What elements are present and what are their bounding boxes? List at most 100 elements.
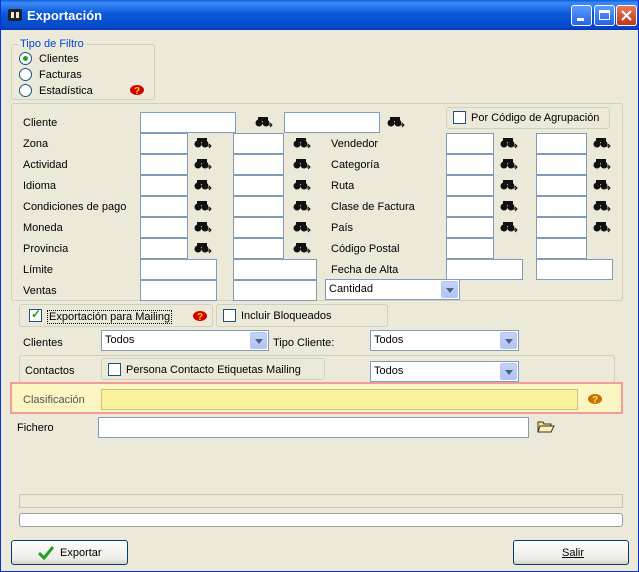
binoculars-icon[interactable] bbox=[593, 221, 611, 233]
clase-factura-from-input[interactable] bbox=[446, 196, 494, 217]
actividad-from-input[interactable] bbox=[140, 154, 188, 175]
window-title: Exportación bbox=[27, 8, 103, 23]
binoculars-icon[interactable] bbox=[293, 158, 311, 170]
ventas-to-input[interactable] bbox=[233, 280, 317, 301]
codigo-postal-to-input[interactable] bbox=[536, 238, 587, 259]
categoria-to-input[interactable] bbox=[536, 154, 587, 175]
pais-to-input[interactable] bbox=[536, 217, 587, 238]
idioma-to-input[interactable] bbox=[233, 175, 284, 196]
provincia-from-input[interactable] bbox=[140, 238, 188, 259]
actividad-to-input[interactable] bbox=[233, 154, 284, 175]
limite-to-input[interactable] bbox=[233, 259, 317, 280]
binoculars-icon[interactable] bbox=[293, 179, 311, 191]
persona-contacto-checkbox[interactable] bbox=[108, 363, 121, 376]
export-button-label: Exportar bbox=[60, 547, 102, 559]
tipo-cliente-combo[interactable]: Todos bbox=[370, 330, 519, 351]
chevron-down-icon[interactable] bbox=[250, 332, 267, 349]
binoculars-icon[interactable] bbox=[500, 158, 518, 170]
clientes-combo[interactable]: Todos bbox=[101, 330, 269, 351]
limite-label: Límite bbox=[23, 264, 53, 276]
checkmark-icon bbox=[38, 546, 54, 561]
clientes-row-label: Clientes bbox=[23, 337, 63, 349]
mailing-checkbox[interactable] bbox=[29, 307, 42, 322]
binoculars-icon[interactable] bbox=[593, 137, 611, 149]
binoculars-icon[interactable] bbox=[293, 221, 311, 233]
clase-factura-to-input[interactable] bbox=[536, 196, 587, 217]
minimize-button[interactable] bbox=[571, 5, 592, 26]
binoculars-icon[interactable] bbox=[194, 158, 212, 170]
open-folder-icon[interactable] bbox=[537, 419, 555, 434]
radio-estadistica[interactable] bbox=[19, 84, 32, 97]
export-button[interactable]: Exportar bbox=[11, 540, 128, 565]
vendedor-from-input[interactable] bbox=[446, 133, 494, 154]
contactos-combo[interactable]: Todos bbox=[370, 361, 519, 382]
binoculars-icon[interactable] bbox=[293, 137, 311, 149]
clase-factura-label: Clase de Factura bbox=[331, 201, 415, 213]
binoculars-icon[interactable] bbox=[593, 158, 611, 170]
binoculars-icon[interactable] bbox=[194, 221, 212, 233]
cliente-from-input[interactable] bbox=[140, 112, 236, 133]
binoculars-icon[interactable] bbox=[593, 179, 611, 191]
tipo-cliente-label: Tipo Cliente: bbox=[273, 337, 335, 349]
bloqueados-checkbox[interactable] bbox=[223, 309, 236, 322]
ventas-from-input[interactable] bbox=[140, 280, 217, 301]
moneda-label: Moneda bbox=[23, 222, 63, 234]
codigo-postal-from-input[interactable] bbox=[446, 238, 494, 259]
categoria-from-input[interactable] bbox=[446, 154, 494, 175]
moneda-to-input[interactable] bbox=[233, 217, 284, 238]
binoculars-icon[interactable] bbox=[500, 221, 518, 233]
zona-to-input[interactable] bbox=[233, 133, 284, 154]
provincia-to-input[interactable] bbox=[233, 238, 284, 259]
ventas-label: Ventas bbox=[23, 285, 57, 297]
progress-bar-total bbox=[19, 494, 623, 508]
ventas-combo[interactable]: Cantidad bbox=[325, 279, 460, 300]
contactos-label: Contactos bbox=[25, 365, 75, 377]
binoculars-icon[interactable] bbox=[293, 242, 311, 254]
exit-button[interactable]: Salir bbox=[513, 540, 629, 565]
cliente-to-input[interactable] bbox=[284, 112, 380, 133]
limite-from-input[interactable] bbox=[140, 259, 217, 280]
zona-label: Zona bbox=[23, 138, 49, 150]
svg-text:?: ? bbox=[134, 86, 140, 96]
radio-facturas[interactable] bbox=[19, 68, 32, 81]
binoculars-icon[interactable] bbox=[194, 200, 212, 212]
zona-from-input[interactable] bbox=[140, 133, 188, 154]
condiciones-to-input[interactable] bbox=[233, 196, 284, 217]
por-codigo-checkbox[interactable] bbox=[453, 111, 466, 124]
binoculars-icon[interactable] bbox=[194, 179, 212, 191]
moneda-from-input[interactable] bbox=[140, 217, 188, 238]
provincia-label: Provincia bbox=[23, 243, 69, 255]
app-icon bbox=[8, 9, 22, 21]
help-icon[interactable]: ? bbox=[587, 393, 603, 405]
maximize-button[interactable] bbox=[594, 5, 615, 26]
close-button[interactable] bbox=[616, 5, 637, 26]
fecha-alta-to-input[interactable] bbox=[536, 259, 613, 280]
ruta-to-input[interactable] bbox=[536, 175, 587, 196]
binoculars-icon[interactable] bbox=[387, 116, 405, 128]
title-bar[interactable]: Exportación bbox=[1, 0, 638, 30]
radio-clientes[interactable] bbox=[19, 52, 32, 65]
binoculars-icon[interactable] bbox=[255, 116, 273, 128]
binoculars-icon[interactable] bbox=[194, 137, 212, 149]
binoculars-icon[interactable] bbox=[500, 200, 518, 212]
pais-from-input[interactable] bbox=[446, 217, 494, 238]
chevron-down-icon[interactable] bbox=[500, 332, 517, 349]
binoculars-icon[interactable] bbox=[293, 200, 311, 212]
condiciones-from-input[interactable] bbox=[140, 196, 188, 217]
help-icon[interactable]: ? bbox=[192, 310, 208, 322]
ruta-from-input[interactable] bbox=[446, 175, 494, 196]
fecha-alta-from-input[interactable] bbox=[446, 259, 523, 280]
binoculars-icon[interactable] bbox=[500, 179, 518, 191]
condiciones-label: Condiciones de pago bbox=[23, 201, 127, 213]
clasificacion-input[interactable] bbox=[101, 389, 578, 410]
binoculars-icon[interactable] bbox=[593, 200, 611, 212]
fichero-input[interactable] bbox=[98, 417, 529, 438]
help-icon[interactable]: ? bbox=[129, 84, 145, 96]
vendedor-to-input[interactable] bbox=[536, 133, 587, 154]
chevron-down-icon[interactable] bbox=[500, 363, 517, 380]
binoculars-icon[interactable] bbox=[500, 137, 518, 149]
idioma-from-input[interactable] bbox=[140, 175, 188, 196]
chevron-down-icon[interactable] bbox=[441, 281, 458, 298]
contactos-combo-value: Todos bbox=[374, 365, 404, 377]
binoculars-icon[interactable] bbox=[194, 242, 212, 254]
